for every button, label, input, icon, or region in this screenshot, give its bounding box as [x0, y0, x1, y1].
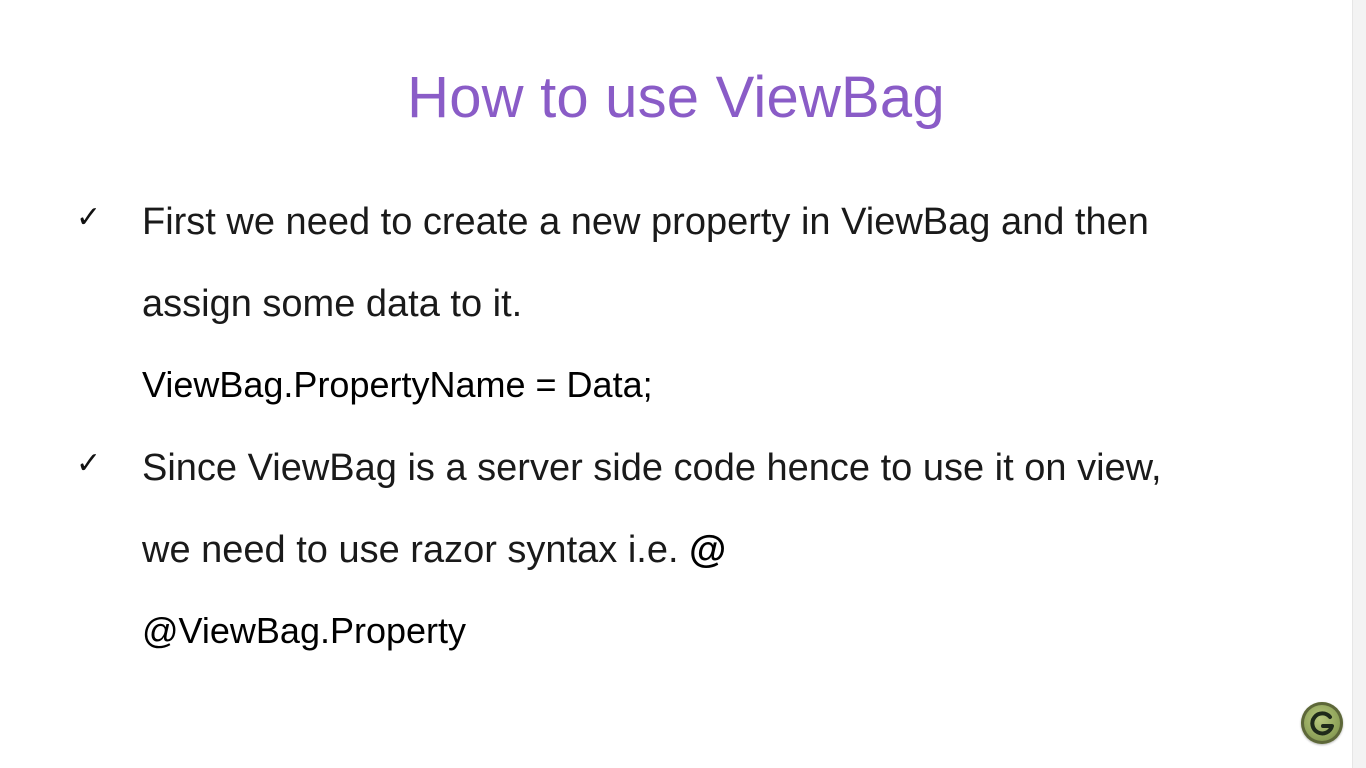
brand-logo-mark — [1310, 711, 1334, 736]
bullet-1-line-2: assign some data to it. — [142, 283, 523, 325]
bullet-2-line-1: Since ViewBag is a server side code henc… — [142, 447, 1162, 489]
brand-logo-icon — [1301, 702, 1343, 744]
checkmark-icon: ✓ — [76, 446, 102, 481]
slide-title: How to use ViewBag — [407, 65, 945, 130]
bullet-2-line-2-text: we need to use razor syntax i.e. — [142, 529, 690, 571]
bullet-1-line-1: First we need to create a new property i… — [142, 201, 1149, 243]
bullet-2-line-2: we need to use razor syntax i.e. @ — [142, 527, 726, 573]
bullet-1-code-example: ViewBag.PropertyName = Data; — [142, 364, 653, 405]
bullet-2-code-example: @ViewBag.Property — [142, 610, 467, 651]
checkmark-icon: ✓ — [76, 200, 102, 235]
presentation-slide: How to use ViewBag ✓ First we need to cr… — [0, 0, 1352, 768]
razor-at-symbol: @ — [689, 529, 727, 571]
right-edge-strip — [1352, 0, 1366, 768]
